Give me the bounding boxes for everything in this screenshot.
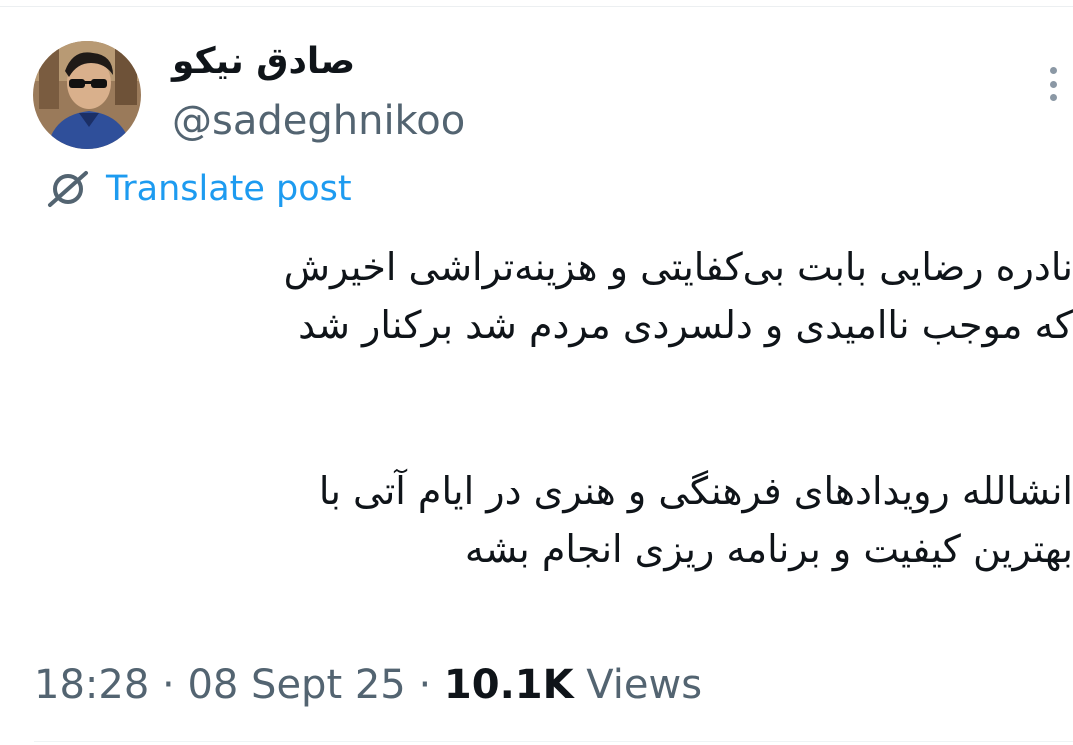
avatar[interactable] [33, 41, 141, 149]
translate-label: Translate post [106, 169, 352, 209]
post-line: که موجب ناامیدی و دلسردی مردم شد برکنار … [298, 303, 1073, 347]
post-date[interactable]: 08 Sept 25 [187, 662, 405, 708]
more-dot-icon [1049, 80, 1057, 88]
meta-separator: · [149, 662, 188, 708]
bottom-divider [34, 741, 1073, 742]
author-display-name[interactable]: صادق نیکو [172, 40, 355, 84]
post-line: نادره رضایی بابت بی‌کفایتی و هزینه‌تراشی… [283, 245, 1073, 289]
meta-separator: · [405, 662, 444, 708]
post-time[interactable]: 18:28 [34, 662, 149, 708]
profile-photo-icon [33, 41, 141, 149]
post-metadata: 18:28 · 08 Sept 25 · 10.1K Views [34, 658, 702, 712]
more-dot-icon [1049, 67, 1057, 74]
post-text: نادره رضایی بابت بی‌کفایتی و هزینه‌تراشی… [13, 238, 1073, 578]
views-label: Views [573, 662, 703, 708]
more-dot-icon [1049, 94, 1057, 101]
author-handle[interactable]: @sadeghnikoo [172, 97, 465, 145]
globe-slash-icon [48, 171, 88, 207]
top-divider [0, 0, 1073, 7]
post-line: بهترین کیفیت و برنامه ریزی انجام بشه [464, 527, 1073, 571]
more-options-button[interactable] [1040, 64, 1066, 104]
translate-post-link[interactable]: Translate post [44, 166, 352, 212]
views-count[interactable]: 10.1K [444, 662, 574, 708]
post-line: انشالله رویدادهای فرهنگی و هنری در ایام … [318, 469, 1073, 513]
